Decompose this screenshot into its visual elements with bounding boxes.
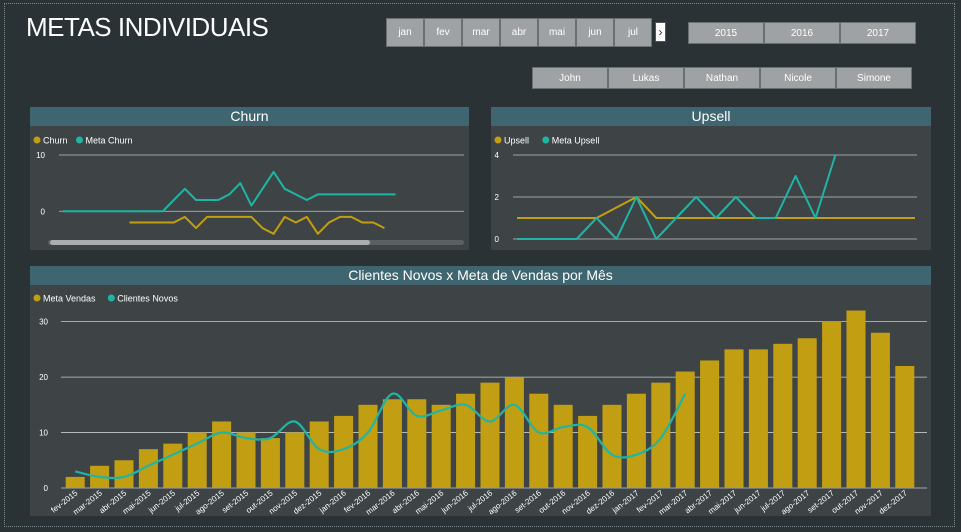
- bar: [407, 399, 427, 488]
- bar: [163, 443, 183, 488]
- bar: [626, 393, 646, 488]
- legend-marker: [542, 136, 550, 144]
- page-title: METAS INDIVIDUAIS: [26, 12, 269, 42]
- churn-panel: Churn 0 10 Churn Meta Churn: [30, 107, 469, 250]
- bar: [309, 421, 329, 488]
- y-tick-label: 10: [36, 151, 45, 160]
- y-tick-label: 0: [495, 235, 500, 244]
- month-slicer: jan fev mar abr mai jun jul: [386, 18, 652, 47]
- month-button-mar[interactable]: mar: [462, 18, 500, 47]
- bar: [797, 338, 817, 488]
- x-tick-label: jun-2015: [146, 488, 177, 515]
- bar: [724, 349, 744, 488]
- x-tick-label: jun-2017: [732, 488, 763, 515]
- month-button-abr[interactable]: abr: [500, 18, 538, 47]
- bar: [748, 349, 768, 488]
- churn-chart-title: Churn: [30, 107, 469, 126]
- series-line: [517, 196, 915, 219]
- upsell-chart: 0 2 4 Upsell Meta Upsell: [494, 136, 917, 244]
- y-tick-label: 20: [39, 373, 48, 382]
- legend-label: Meta Churn: [86, 136, 133, 146]
- bar: [602, 404, 622, 488]
- person-button-john[interactable]: John: [532, 67, 608, 89]
- person-button-simone[interactable]: Simone: [836, 67, 912, 89]
- upsell-chart-title: Upsell: [491, 107, 931, 126]
- y-tick-label: 4: [495, 151, 500, 160]
- series-line: [63, 170, 396, 213]
- bar: [236, 432, 256, 488]
- month-button-jan[interactable]: jan: [386, 18, 424, 47]
- bar: [285, 432, 305, 488]
- bar: [675, 371, 695, 488]
- legend-label: Meta Upsell: [552, 136, 600, 146]
- month-button-fev[interactable]: fev: [424, 18, 462, 47]
- person-button-lukas[interactable]: Lukas: [608, 67, 684, 89]
- bar: [431, 404, 451, 488]
- x-tick-label: jan-2016: [317, 488, 348, 515]
- bar: [480, 382, 500, 488]
- bar: [529, 393, 549, 488]
- month-button-jul[interactable]: jul: [614, 18, 652, 47]
- bar: [822, 321, 842, 488]
- horizontal-scrollbar-thumb[interactable]: [50, 240, 370, 245]
- legend-marker: [33, 294, 41, 302]
- legend-marker: [76, 136, 83, 144]
- sales-panel: Clientes Novos x Meta de Vendas por Mês …: [30, 266, 931, 517]
- bar: [700, 360, 720, 488]
- legend-marker: [494, 136, 502, 144]
- year-button-2016[interactable]: 2016: [764, 22, 840, 44]
- bar: [870, 332, 890, 488]
- sales-chart: 0102030fev-2015mar-2015abr-2015mai-2015j…: [33, 294, 927, 517]
- year-slicer: 2015 2016 2017: [688, 22, 916, 44]
- bar: [773, 343, 793, 488]
- legend-label: Upsell: [504, 136, 529, 146]
- churn-chart: 0 10 Churn Meta Churn: [33, 136, 464, 245]
- bar: [553, 404, 573, 488]
- year-button-2017[interactable]: 2017: [840, 22, 916, 44]
- chevron-right-icon[interactable]: ›: [655, 22, 666, 42]
- series-line: [129, 215, 385, 235]
- bar: [895, 366, 915, 488]
- upsell-panel: Upsell 0 2 4 Upsell Meta Upsell: [491, 107, 931, 250]
- legend-marker: [33, 136, 41, 144]
- month-button-jun[interactable]: jun: [576, 18, 614, 47]
- y-tick-label: 10: [39, 429, 48, 438]
- sales-chart-title: Clientes Novos x Meta de Vendas por Mês: [30, 266, 931, 285]
- y-tick-label: 0: [44, 484, 49, 493]
- legend-label: Clientes Novos: [117, 294, 178, 304]
- person-button-nicole[interactable]: Nicole: [760, 67, 836, 89]
- legend-label: Churn: [43, 136, 68, 146]
- y-tick-label: 0: [41, 207, 46, 216]
- month-button-mai[interactable]: mai: [538, 18, 576, 47]
- person-button-nathan[interactable]: Nathan: [684, 67, 760, 89]
- bar: [65, 476, 85, 488]
- bar: [260, 438, 280, 488]
- bar: [382, 399, 402, 488]
- legend-marker: [107, 294, 115, 302]
- y-tick-label: 30: [39, 318, 48, 327]
- bar: [651, 382, 671, 488]
- year-button-2015[interactable]: 2015: [688, 22, 764, 44]
- bar: [846, 310, 866, 488]
- bar: [504, 377, 524, 488]
- x-tick-label: jun-2016: [439, 488, 470, 515]
- person-slicer: John Lukas Nathan Nicole Simone: [532, 67, 912, 89]
- legend-label: Meta Vendas: [43, 294, 96, 304]
- bar: [358, 404, 378, 488]
- y-tick-label: 2: [495, 193, 500, 202]
- x-tick-label: jan-2017: [610, 488, 641, 515]
